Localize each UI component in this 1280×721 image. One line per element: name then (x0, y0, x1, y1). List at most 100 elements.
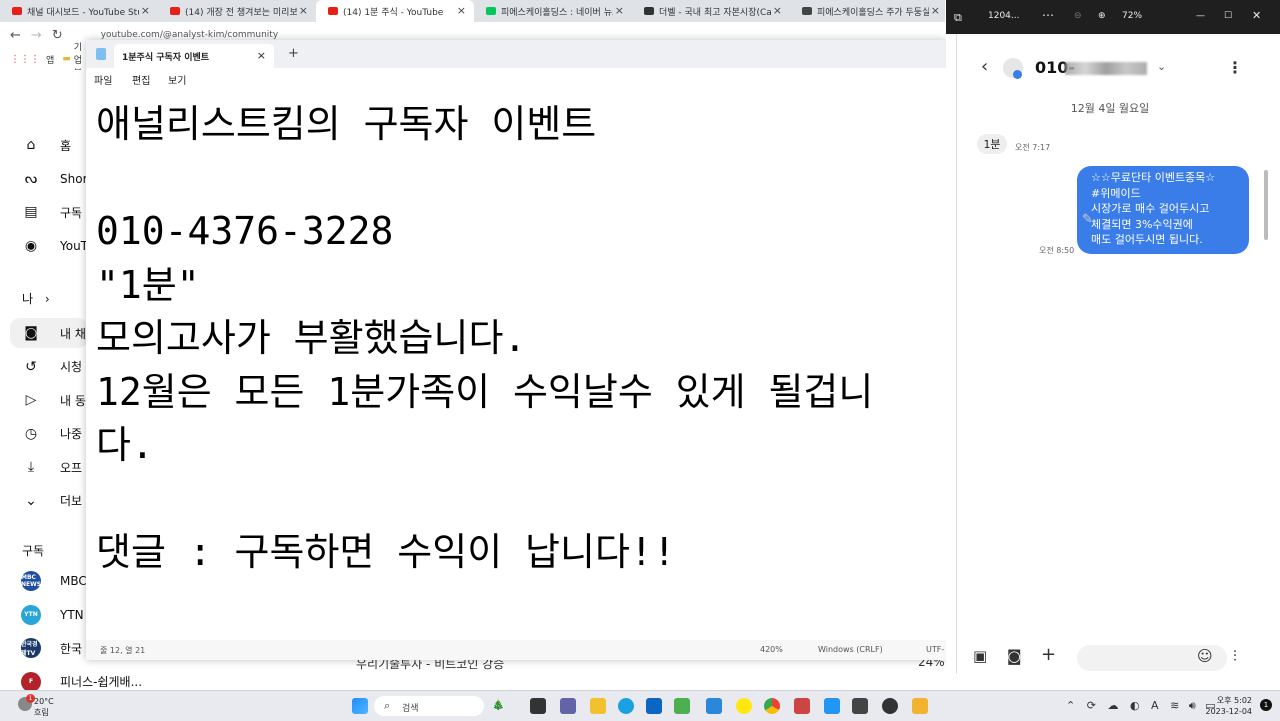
sidebar-item-label: 더보 (60, 494, 83, 508)
incoming-message-time: 오전 7:17 (1015, 143, 1051, 152)
close-icon[interactable]: × (141, 4, 150, 17)
tray-overflow-icon[interactable]: ⌃ (1066, 699, 1075, 712)
task-view-icon[interactable] (530, 698, 546, 714)
subscription-channel[interactable]: 한국경제TV 한국 (0, 633, 88, 663)
menu-edit[interactable]: 편집 (132, 72, 150, 87)
sidebar-item[interactable]: ᔓ Shor (0, 164, 88, 194)
taskbar-search[interactable]: ⌕ 검색 🎄 (374, 696, 504, 716)
url-input[interactable]: youtube.com/@analyst-kim/community (101, 30, 278, 40)
sidebar-item[interactable]: ◷ 나중 (0, 419, 88, 449)
phone-window-title: 1204... (988, 11, 1020, 21)
weather-widget[interactable]: 1 20°C 흐림 (18, 694, 78, 718)
voice-icon[interactable]: ⫶ (1233, 647, 1237, 665)
home-icon: ⌂ (26, 137, 36, 153)
window-close-icon[interactable]: ✕ (1252, 9, 1261, 22)
chevron-down-icon[interactable]: ⌄ (1157, 60, 1166, 73)
wifi-icon[interactable]: ≋ (1170, 699, 1179, 712)
sidebar-item[interactable]: ⌄ 더보 (0, 486, 88, 516)
maximize-icon[interactable]: ☐ (1224, 11, 1232, 21)
menu-file[interactable]: 파일 (94, 72, 112, 87)
scrollbar[interactable] (1264, 170, 1268, 240)
close-icon[interactable]: × (457, 4, 466, 17)
sidebar-item[interactable]: ◉ YouT (0, 231, 88, 261)
zoom-in-icon[interactable]: ⊕ (1098, 11, 1106, 21)
app-icon-pencil[interactable] (912, 698, 928, 714)
close-icon[interactable]: × (931, 4, 940, 17)
bookmark-apps[interactable]: 앱 (46, 53, 54, 66)
close-icon[interactable]: × (299, 4, 308, 17)
notepad-tab[interactable]: 1분주식 구독자 이벤트 × (114, 44, 274, 68)
notepad-line: 댓글 : 구독하면 수익이 납니다!! (96, 530, 676, 574)
chat-icon[interactable] (560, 698, 576, 714)
redacted-number (1065, 62, 1147, 75)
sidebar-item-label: YouT (60, 238, 89, 253)
browser-tab-title: 피에스케이홀딩스 : 네이버 뉴스 (501, 7, 613, 18)
notepad-text-area[interactable]: 애널리스트킴의 구독자 이벤트 010-4376-3228 "1분" 모의고사가 부활… (96, 96, 946, 578)
notification-badge[interactable]: 1 (1260, 699, 1272, 711)
incoming-message[interactable]: 1분 (977, 134, 1007, 154)
emoji-icon[interactable]: ☺ (1197, 647, 1213, 665)
app-icon-blue[interactable] (706, 698, 722, 714)
subscription-channel[interactable]: YTN YTN (0, 600, 88, 630)
kebab-menu-icon[interactable]: ⋮ (1227, 58, 1243, 77)
browser-tab[interactable]: 피에스케이홀딩스 : 네이버 뉴스 × (474, 0, 632, 22)
system-tray: ⌃ ⟳ ☁ ◐ A ≋ 🔊︎ ▭ (1066, 699, 1216, 713)
sidebar-item[interactable]: ⌂ 홈 (0, 130, 88, 160)
volume-icon[interactable]: 🔊︎ (1189, 699, 1196, 712)
sidebar-item[interactable]: ▷ 내 동 (0, 385, 88, 415)
browser-tab[interactable]: (14) 개장 전 챙겨보는 미리보는 시황× (158, 0, 316, 22)
back-arrow-icon[interactable]: ‹ (981, 56, 988, 77)
outgoing-message[interactable]: ☆☆무료단타 이벤트종목☆ #위메이드 시장가로 매수 걸어두시고 체결되면 3… (1077, 166, 1249, 254)
apps-grid-icon[interactable]: ⋮⋮⋮ (10, 54, 40, 65)
contact-avatar[interactable] (1003, 58, 1023, 79)
edge-icon[interactable] (618, 698, 634, 714)
browser-tab[interactable]: (14) 1분 주식 - YouTube × (316, 0, 474, 22)
tab-favicon-icon (486, 7, 496, 15)
tray-ime-icon[interactable]: A (1151, 699, 1159, 712)
browser-tab[interactable]: 피에스케이홀딩스 주가 두둥실 × (790, 0, 945, 22)
close-icon[interactable]: × (257, 49, 266, 62)
app-icon-red[interactable] (794, 698, 810, 714)
tray-sync-icon[interactable]: ⟳ (1087, 699, 1096, 712)
app-icon-dark[interactable] (882, 698, 898, 714)
reload-icon[interactable]: ↻ (52, 28, 63, 43)
chrome-icon[interactable] (764, 698, 780, 714)
camera-icon[interactable]: ◙ (1007, 647, 1022, 665)
app-icon-arrow[interactable] (824, 698, 840, 714)
gallery-icon[interactable]: ▣ (973, 647, 987, 665)
tray-cloud-icon[interactable]: ☁ (1107, 699, 1118, 712)
sidebar-item[interactable]: ◙ 내 채 (10, 318, 88, 348)
tab-favicon-icon (802, 7, 812, 15)
kakaotalk-icon[interactable] (736, 698, 752, 714)
tray-app-icon[interactable]: ◐ (1130, 699, 1140, 712)
close-icon[interactable]: × (773, 4, 782, 17)
youtube-music-icon: ◉ (24, 237, 38, 254)
more-options-icon[interactable]: ⋯ (1042, 8, 1054, 22)
subscriptions-icon: ▤ (24, 204, 38, 220)
start-windows-icon[interactable] (352, 698, 368, 714)
sidebar-item[interactable]: ⤓ 오프 (0, 452, 88, 482)
app-icon-green[interactable] (674, 698, 690, 714)
plus-icon[interactable]: + (1041, 644, 1056, 665)
new-tab-plus-icon[interactable]: + (288, 46, 299, 61)
close-icon[interactable]: × (615, 4, 624, 17)
forward-icon[interactable]: → (31, 28, 42, 43)
taskbar-clock[interactable]: 오후 5:02 2023-12-04 (1206, 695, 1253, 717)
menu-view[interactable]: 보기 (168, 72, 186, 87)
tab-favicon-icon (170, 7, 180, 15)
sidebar-item[interactable]: ▤ 구독 (0, 197, 88, 227)
phone-screen-icon[interactable]: ⧉ (954, 11, 962, 25)
section-you-heading[interactable]: 나 › (22, 290, 50, 307)
sidebar-item-label: 오프 (60, 460, 83, 475)
zoom-out-icon[interactable]: ⊖ (1074, 11, 1082, 21)
store-icon[interactable] (646, 698, 662, 714)
back-icon[interactable]: ← (10, 28, 21, 43)
subscription-channel[interactable]: MBC NEWS MBC (0, 566, 88, 596)
notepad-taskbar-icon[interactable] (852, 698, 868, 714)
browser-tab[interactable]: 채널 대시보드 - YouTube Studio× (0, 0, 158, 22)
conversation-date: 12월 4일 월요일 (1070, 102, 1150, 115)
file-explorer-icon[interactable] (590, 698, 606, 714)
minimize-icon[interactable]: — (1196, 11, 1205, 21)
browser-tab[interactable]: 더벨 - 국내 최고 자본시장(Capital)× (632, 0, 790, 22)
sidebar-item[interactable]: ↺ 시청 (0, 352, 88, 382)
